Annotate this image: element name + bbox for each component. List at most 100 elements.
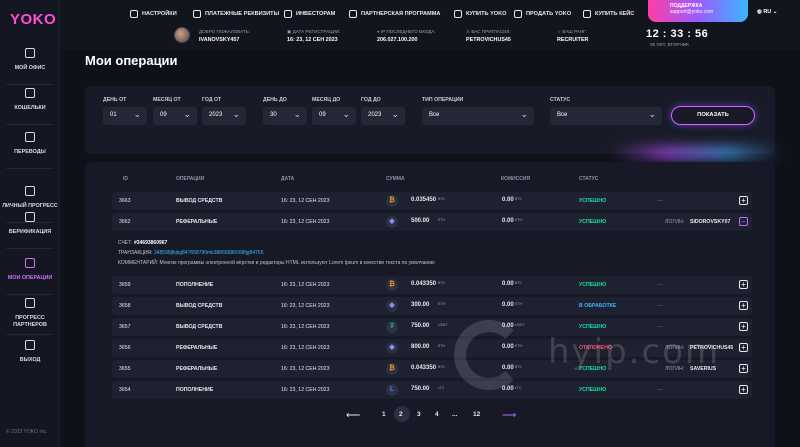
row-login: — <box>657 282 663 288</box>
expand-icon[interactable]: + <box>739 280 748 289</box>
page-button[interactable]: 4 <box>435 411 439 418</box>
sidebar-item-6[interactable]: ПРОГРЕСС ПАРТНЕРОВ <box>0 298 60 329</box>
sidebar-item-7[interactable]: ВЫХОД <box>0 340 60 364</box>
show-button[interactable]: ПОКАЗАТЬ <box>671 106 755 125</box>
row-fee: 0.00 <box>502 386 514 392</box>
row-date: 16: 23, 12 СЕН 2023 <box>281 303 330 309</box>
rank-info: ☆ ВАШ РАНГ: RECRUITER <box>557 29 589 43</box>
page-button[interactable]: 12 <box>473 411 480 418</box>
coin-icon: ₮ <box>386 321 398 333</box>
row-amount-unit: BTC <box>438 365 445 369</box>
language-code: RU <box>763 9 772 15</box>
nav-item-6[interactable]: КУПИТЬ КЕЙС <box>583 8 634 19</box>
sidebar: YOKO МОЙ ОФИС КОШЕЛЬКИ ПЕРЕВОДЫ ЛИЧНЫЙ ПРОГ… <box>0 0 60 447</box>
collapse-icon[interactable]: − <box>739 217 748 226</box>
month-to-select[interactable]: 09 <box>312 107 356 125</box>
coin-icon: ◆ <box>386 216 398 228</box>
row-fee-unit: LTC <box>515 386 522 390</box>
sidebar-item-label: ВЫХОД <box>19 357 41 363</box>
sidebar-item-3[interactable]: ЛИЧНЫЙ ПРОГРЕСС <box>0 186 60 210</box>
row-login-label: ЛОГИН: <box>665 219 685 225</box>
nav-item-5[interactable]: ПРОДАТЬ YOKO <box>514 8 571 19</box>
user-icon <box>25 212 35 222</box>
row-amount-unit: USDT <box>438 323 448 327</box>
day-to-select[interactable]: 30 <box>263 107 307 125</box>
expand-icon[interactable]: + <box>739 343 748 352</box>
transaction-link[interactable]: 348598jfkjkg847658790mk38865686008fjg847… <box>154 250 264 256</box>
nav-item-0[interactable]: НАСТРОЙКИ <box>130 8 177 19</box>
row-fee: 0.00 <box>502 302 514 308</box>
sidebar-item-1[interactable]: КОШЕЛЬКИ <box>0 88 60 112</box>
expand-icon[interactable]: + <box>739 301 748 310</box>
support-button[interactable]: ПОДДЕРЖКА support@yoko.com <box>648 0 748 22</box>
registration-info: ▣ ДАТА РЕГИСТРАЦИИ: 16: 23, 12 СЕН 2023 <box>287 29 341 43</box>
row-amount-unit: LTC <box>438 386 445 390</box>
sidebar-item-2[interactable]: ПЕРЕВОДЫ <box>0 132 60 156</box>
year-from-label: ГОД ОТ <box>202 97 222 103</box>
nav-item-2[interactable]: ИНВЕСТОРАМ <box>284 8 335 19</box>
logo[interactable]: YOKO <box>10 11 56 28</box>
expand-icon[interactable]: + <box>739 322 748 331</box>
nav-item-3[interactable]: ПАРТНЕРСКАЯ ПРОГРАММА <box>349 8 440 19</box>
row-fee-unit: ETH <box>515 302 522 306</box>
sidebar-item-label: ПРОГРЕСС ПАРТНЕРОВ <box>13 315 47 328</box>
expand-icon[interactable]: + <box>739 364 748 373</box>
row-operation: РЕФЕРАЛЬНЫЕ <box>176 345 218 351</box>
next-page-arrow-icon[interactable]: ⟶ <box>502 410 516 421</box>
sidebar-divider <box>6 168 54 169</box>
year-from-select[interactable]: 2023 <box>202 107 246 125</box>
coin-icon: ◆ <box>386 342 398 354</box>
row-login: — <box>657 324 663 330</box>
row-amount: 750.00 <box>411 386 430 392</box>
calendar-icon <box>25 258 35 268</box>
row-id: 3662 <box>119 219 131 225</box>
row-amount: 750.00 <box>411 323 430 329</box>
expand-icon[interactable]: + <box>739 385 748 394</box>
nav-item-1[interactable]: ПЛАТЕЖНЫЕ РЕКВИЗИТЫ <box>193 8 279 19</box>
row-detail: СЧЕТ: #34693860967 ТРАНЗАКЦИЯ: 348598jfk… <box>112 234 752 272</box>
sidebar-item-label: МОЙ ОФИС <box>14 65 46 71</box>
row-amount: 0.043350 <box>411 365 437 371</box>
nav-item-label: ИНВЕСТОРАМ <box>296 10 336 17</box>
nav-item-label: ПРОДАТЬ YOKO <box>526 10 572 17</box>
sidebar-item-label: МОИ ОПЕРАЦИИ <box>7 275 53 281</box>
row-id: 3658 <box>119 303 131 309</box>
month-from-select[interactable]: 09 <box>153 107 197 125</box>
minus-icon <box>514 9 522 18</box>
expand-icon[interactable]: + <box>739 196 748 205</box>
row-fee-unit: BTC <box>515 197 522 201</box>
support-email: support@yoko.com <box>670 9 714 15</box>
operation-type-select[interactable]: Все <box>422 107 534 125</box>
comment-label: КОММЕНТАРИЙ: <box>118 260 159 266</box>
nav-item-label: НАСТРОЙКИ <box>142 10 177 17</box>
row-date: 16: 23, 12 СЕН 2023 <box>281 345 330 351</box>
sidebar-item-0[interactable]: МОЙ ОФИС <box>0 48 60 72</box>
avatar[interactable] <box>174 27 190 43</box>
year-to-label: ГОД ДО <box>361 97 381 103</box>
page-button[interactable]: 3 <box>417 411 421 418</box>
nav-item-label: ПЛАТЕЖНЫЕ РЕКВИЗИТЫ <box>205 10 280 17</box>
row-login: — <box>657 303 663 309</box>
sidebar-item-5[interactable]: МОИ ОПЕРАЦИИ <box>0 258 60 282</box>
prev-page-arrow-icon[interactable]: ⟵ <box>346 410 360 421</box>
page-button[interactable]: 1 <box>382 411 386 418</box>
col-id-header: ID <box>123 176 128 182</box>
row-login: SIDOROVSKY07 <box>690 219 731 225</box>
status-select[interactable]: Все <box>550 107 662 125</box>
plus-icon <box>454 9 462 18</box>
coin-icon: ₿ <box>386 195 398 207</box>
year-to-select[interactable]: 2023 <box>361 107 405 125</box>
row-fee: 0.00 <box>502 281 514 287</box>
col-operation-header: ОПЕРАЦИИ <box>176 176 205 182</box>
language-selector[interactable]: ◍ RU ⌄ <box>757 9 777 15</box>
day-from-select[interactable]: 01 <box>103 107 147 125</box>
sidebar-item-label: ВЕРИФИКАЦИЯ <box>8 229 52 235</box>
page-button[interactable]: 2 <box>399 411 403 418</box>
gear-icon <box>130 9 138 18</box>
row-fee-unit: ETH <box>515 218 522 222</box>
nav-item-4[interactable]: КУПИТЬ YOKO <box>454 8 507 19</box>
row-amount: 300.00 <box>411 302 430 308</box>
pie-icon <box>25 298 35 308</box>
sidebar-item-4[interactable]: ВЕРИФИКАЦИЯ <box>0 212 60 236</box>
account-label: СЧЕТ: <box>118 240 133 246</box>
